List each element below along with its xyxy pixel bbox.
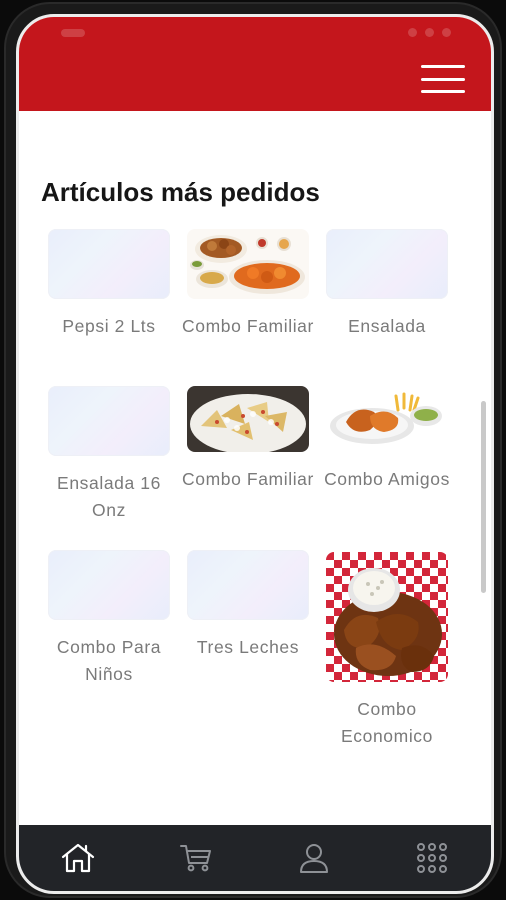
nav-cart[interactable] (137, 825, 255, 891)
user-icon (300, 844, 328, 873)
grid-icon (417, 843, 447, 873)
product-label: Pepsi 2 Lts (62, 316, 156, 336)
product-grid: Pepsi 2 Lts Combo Familiar Ensalada Ensa… (19, 111, 491, 831)
scrollbar[interactable] (481, 401, 486, 593)
top-app-bar (19, 17, 491, 111)
product-image-placeholder (187, 550, 309, 620)
product-image-placeholder (48, 386, 170, 456)
product-card[interactable]: Combo Familiar (182, 229, 313, 340)
nav-profile[interactable] (255, 825, 373, 891)
product-label: Ensalada (348, 316, 426, 336)
product-label: Combo Familiar (182, 316, 314, 336)
nav-home[interactable] (19, 825, 137, 891)
bottom-navigation (19, 825, 491, 891)
phone-frame: Artículos más pedidos Pepsi 2 Lts Combo … (4, 2, 502, 898)
product-card[interactable]: Tres Leches (186, 550, 310, 661)
product-image-chicken-fries (326, 386, 448, 452)
product-image-wings-basket (326, 552, 448, 682)
product-label: Combo Para Niños (56, 637, 162, 684)
nav-more[interactable] (373, 825, 491, 891)
hamburger-menu-icon[interactable] (421, 65, 465, 93)
product-label: Combo Economico (341, 699, 433, 746)
product-label: Tres Leches (196, 637, 300, 657)
product-label: Combo Amigos (324, 469, 450, 489)
product-image-nachos (187, 386, 309, 452)
product-image-placeholder (48, 550, 170, 620)
status-indicator (61, 29, 85, 37)
product-card[interactable]: Pepsi 2 Lts (47, 229, 171, 340)
main-content: Artículos más pedidos Pepsi 2 Lts Combo … (19, 111, 491, 831)
product-card[interactable]: Combo Para Niños (47, 550, 171, 688)
product-label: Ensalada 16 Onz (57, 473, 161, 520)
product-image-wings-platter (187, 229, 309, 299)
product-image-placeholder (48, 229, 170, 299)
product-card[interactable]: Ensalada (325, 229, 449, 340)
product-image-placeholder (326, 229, 448, 299)
app-screen: Artículos más pedidos Pepsi 2 Lts Combo … (16, 14, 494, 894)
product-card[interactable]: Combo Familiar (182, 386, 313, 493)
product-card[interactable]: Ensalada 16 Onz (47, 386, 171, 524)
product-label: Combo Familiar (182, 469, 314, 489)
status-icons (408, 28, 451, 37)
product-card[interactable]: Combo Economico (325, 552, 449, 750)
home-icon (61, 843, 95, 873)
product-card[interactable]: Combo Amigos (324, 386, 449, 493)
cart-icon (180, 845, 211, 872)
